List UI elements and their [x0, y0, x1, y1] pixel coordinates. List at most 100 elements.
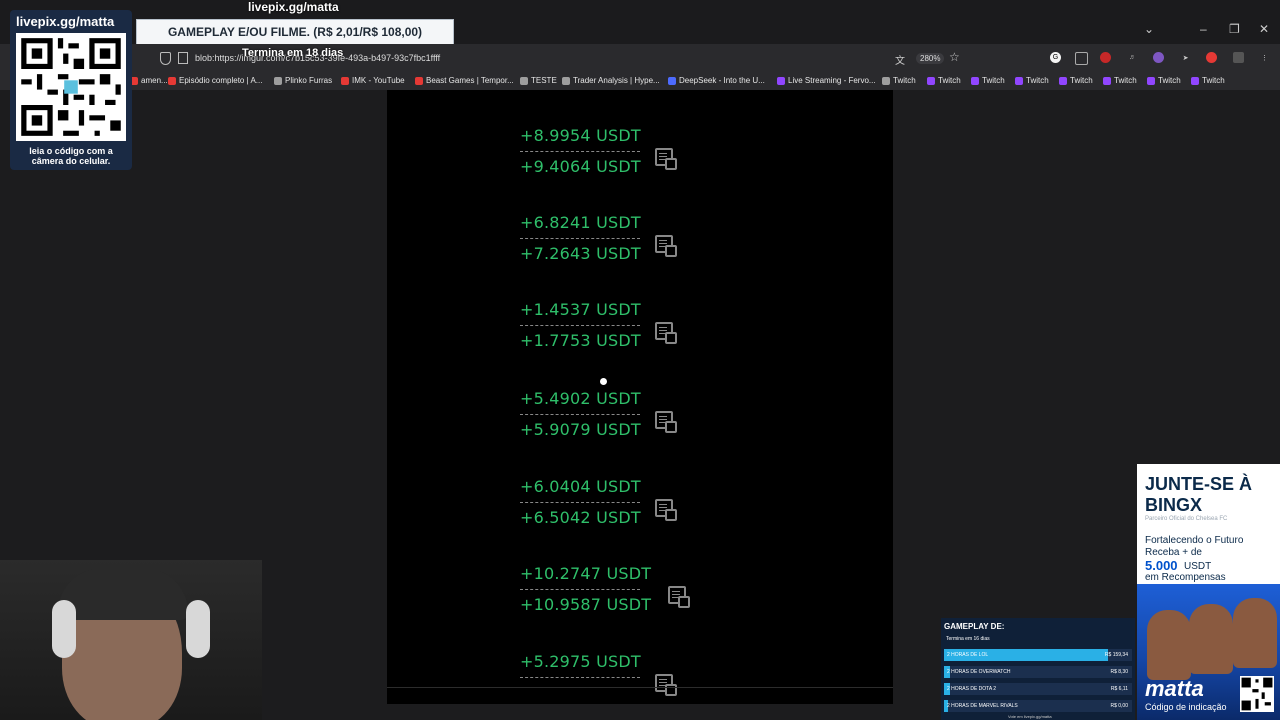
- bookmark-item[interactable]: Beast Games | Tempor...: [415, 76, 514, 85]
- ad-brand-sub: Código de indicação: [1145, 702, 1227, 712]
- streamer-cap: [58, 568, 188, 620]
- gameplay-option-label: 2 HORAS DE OVERWATCH: [947, 669, 1011, 675]
- gameplay-option[interactable]: 2 HORAS DE MARVEL RIVALS R$ 0,00: [944, 700, 1132, 712]
- copy-document-icon[interactable]: [655, 411, 677, 433]
- menu-icon[interactable]: ⋮: [1259, 52, 1270, 63]
- image-viewer: +8.9954 USDT +9.4064 USDT +6.8241 USDT +7.2…: [387, 90, 893, 704]
- ad-amount: 5.000: [1145, 558, 1178, 573]
- copy-document-icon[interactable]: [655, 148, 677, 170]
- bookmark-label: DeepSeek - Into the U...: [679, 76, 765, 85]
- bookmark-favicon-icon: [415, 76, 423, 85]
- amount-after: +1.7753 USDT: [520, 331, 641, 350]
- bookmark-favicon-icon: [971, 76, 979, 85]
- viewer-divider: [387, 687, 893, 688]
- amount-before: +6.0404 USDT: [520, 477, 641, 496]
- dashed-divider: [520, 151, 640, 152]
- page-info-icon[interactable]: [178, 52, 188, 64]
- bookmark-label: Plinko Furras: [285, 76, 333, 85]
- transaction-entry: +6.0404 USDT +6.5042 USDT: [520, 477, 720, 527]
- bookmark-item[interactable]: Twitch: [1147, 76, 1181, 85]
- gameplay-option[interactable]: 2 HORAS DE DOTA 2 R$ 6,11: [944, 683, 1132, 695]
- bookmark-favicon-icon: [1191, 76, 1199, 85]
- bookmark-favicon-icon: [1147, 76, 1155, 85]
- headphone-left: [52, 600, 76, 658]
- ad-unit: USDT: [1184, 561, 1212, 572]
- restore-icon[interactable]: ❐: [1229, 22, 1240, 36]
- channel-title: livepix.gg/matta: [248, 0, 339, 14]
- extension-arrow-icon[interactable]: ➤: [1180, 52, 1191, 63]
- bookmark-label: Beast Games | Tempor...: [426, 76, 514, 85]
- bookmark-item[interactable]: Episódio completo | A...: [168, 76, 262, 85]
- pix-goal-banner: GAMEPLAY E/OU FILME. (R$ 2,01/R$ 108,00): [136, 19, 454, 45]
- gameplay-option[interactable]: 2 HORAS DE OVERWATCH R$ 8,30: [944, 666, 1132, 678]
- bookmark-favicon-icon: [520, 76, 528, 85]
- gameplay-option-label: 2 HORAS DE LOL: [947, 652, 989, 658]
- bookmark-favicon-icon: [927, 76, 935, 85]
- adblock-icon[interactable]: [1206, 52, 1217, 63]
- gameplay-option[interactable]: 2 HORAS DE LOL R$ 159,34: [944, 649, 1132, 661]
- bookmark-label: IMK - YouTube: [352, 76, 405, 85]
- bookmark-item[interactable]: Trader Analysis | Hype...: [562, 76, 660, 85]
- copy-document-icon[interactable]: [655, 499, 677, 521]
- bookmark-item[interactable]: Twitch: [971, 76, 1005, 85]
- transaction-entry: +5.4902 USDT +5.9079 USDT: [520, 389, 720, 439]
- bookmark-item[interactable]: TESTE: [520, 76, 557, 85]
- extension-off-icon[interactable]: [1233, 52, 1244, 63]
- bookmark-star-icon[interactable]: ☆: [949, 50, 960, 64]
- bookmark-item[interactable]: Twitch: [1059, 76, 1093, 85]
- bookmark-item[interactable]: Twitch: [1015, 76, 1049, 85]
- close-icon[interactable]: ✕: [1259, 22, 1269, 36]
- copy-document-icon[interactable]: [655, 674, 677, 696]
- bookmark-label: Twitch: [1202, 76, 1225, 85]
- bookmark-item[interactable]: IMK - YouTube: [341, 76, 405, 85]
- player-figure: [1233, 598, 1277, 668]
- amount-before: +8.9954 USDT: [520, 126, 641, 145]
- transaction-entry: +8.9954 USDT +9.4064 USDT: [520, 126, 720, 176]
- ad-brand: matta: [1145, 676, 1204, 701]
- minimize-icon[interactable]: –: [1200, 22, 1207, 36]
- bookmark-favicon-icon: [341, 76, 349, 85]
- copy-document-icon[interactable]: [655, 235, 677, 257]
- bookmark-item[interactable]: Twitch: [882, 76, 916, 85]
- copy-document-icon[interactable]: [668, 586, 690, 608]
- bookmark-item[interactable]: Plinko Furras: [274, 76, 332, 85]
- transaction-entry: +5.2975 USDT: [520, 652, 720, 696]
- ad-headline: JUNTE-SE À BINGX: [1145, 474, 1253, 515]
- copy-document-icon[interactable]: [655, 322, 677, 344]
- bookmark-favicon-icon: [777, 76, 785, 85]
- bookmark-item[interactable]: amen...: [130, 76, 168, 85]
- speaker-icon[interactable]: ♬: [1127, 52, 1138, 63]
- dashed-divider: [520, 414, 640, 415]
- bookmark-label: Twitch: [1114, 76, 1137, 85]
- extensions-icon[interactable]: [1075, 52, 1088, 65]
- bookmark-item[interactable]: Twitch: [1103, 76, 1137, 85]
- amount-after: +7.2643 USDT: [520, 244, 641, 263]
- extension-purple-icon[interactable]: [1153, 52, 1164, 63]
- translate-icon[interactable]: 文: [895, 52, 905, 67]
- navigation-bar: [0, 44, 1280, 72]
- dashed-divider: [520, 502, 640, 503]
- gameplay-option-label: 2 HORAS DE DOTA 2: [947, 686, 997, 692]
- shield-icon[interactable]: [160, 52, 171, 65]
- bookmark-label: Live Streaming - Fervo...: [788, 76, 876, 85]
- extension-g-icon[interactable]: G: [1050, 52, 1061, 63]
- bookmark-favicon-icon: [562, 76, 570, 85]
- bookmark-favicon-icon: [274, 76, 282, 85]
- amount-after: +9.4064 USDT: [520, 157, 641, 176]
- bookmark-item[interactable]: Live Streaming - Fervo...: [777, 76, 876, 85]
- ublock-icon[interactable]: [1100, 52, 1111, 63]
- amount-after: +10.9587 USDT: [520, 595, 652, 614]
- dashed-divider: [520, 325, 640, 326]
- ad-partner: Parceiro Oficial do Chelsea FC: [1145, 516, 1228, 522]
- bookmark-favicon-icon: [668, 76, 676, 85]
- bookmark-item[interactable]: DeepSeek - Into the U...: [668, 76, 765, 85]
- tab-list-icon[interactable]: ⌄: [1144, 22, 1154, 36]
- zoom-level[interactable]: 280%: [916, 53, 945, 64]
- bookmark-item[interactable]: Twitch: [1191, 76, 1225, 85]
- bookmark-label: Episódio completo | A...: [179, 76, 263, 85]
- bookmark-favicon-icon: [1103, 76, 1111, 85]
- transaction-entry: +10.2747 USDT +10.9587 USDT: [520, 564, 720, 614]
- player-figure: [1189, 604, 1233, 674]
- player-figure: [1147, 610, 1191, 680]
- bookmark-item[interactable]: Twitch: [927, 76, 961, 85]
